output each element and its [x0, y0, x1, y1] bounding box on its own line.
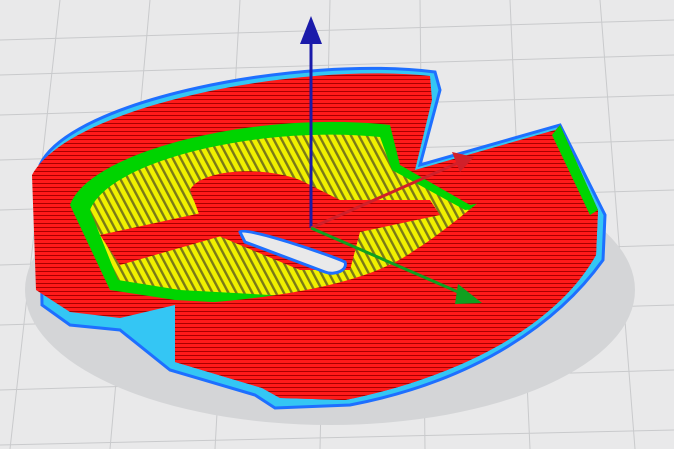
layer-view-canvas[interactable]: [0, 0, 674, 449]
3d-viewport[interactable]: [0, 0, 674, 449]
